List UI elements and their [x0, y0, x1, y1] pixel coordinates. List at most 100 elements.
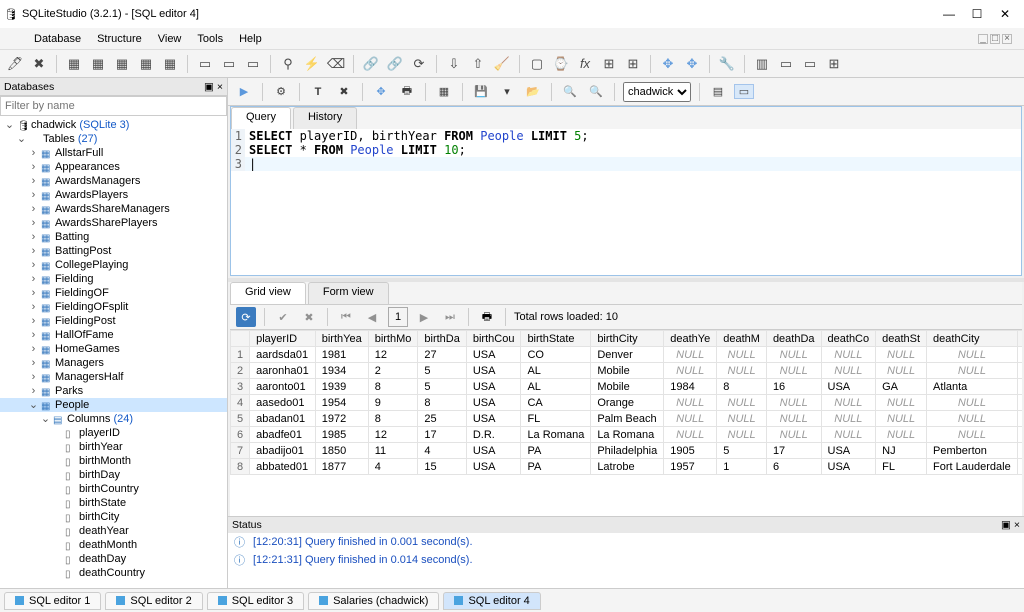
tree-row[interactable]: ›Parks: [0, 384, 227, 398]
view-edit-icon[interactable]: ▭: [220, 55, 238, 73]
tree-row[interactable]: ⌄People: [0, 398, 227, 412]
explain-icon[interactable]: ⚙: [271, 85, 291, 98]
code-editor[interactable]: 1SELECT playerID, birthYear FROM People …: [231, 129, 1021, 275]
tab-grid-view[interactable]: Grid view: [230, 282, 306, 304]
first-page-icon[interactable]: ⏮: [336, 307, 356, 327]
dock-close-icon[interactable]: ×: [217, 81, 223, 93]
unlink-icon[interactable]: 🔗: [386, 55, 404, 73]
menu-help[interactable]: Help: [239, 33, 262, 45]
save-icon[interactable]: 💾: [471, 85, 491, 98]
table-add-icon[interactable]: ▦: [65, 55, 83, 73]
tree-row[interactable]: ›AllstarFull: [0, 146, 227, 160]
column-header[interactable]: birthDa: [418, 331, 466, 347]
disconnect-icon[interactable]: ✖: [30, 55, 48, 73]
tree-row[interactable]: ⌄chadwick (SQLite 3): [0, 118, 227, 132]
column-header[interactable]: deathSt: [876, 331, 927, 347]
bottom-tab[interactable]: SQL editor 4: [443, 592, 540, 610]
status-float-icon[interactable]: ▣: [1001, 519, 1011, 531]
tree-row[interactable]: ›Appearances: [0, 160, 227, 174]
column-header[interactable]: deathYe: [664, 331, 717, 347]
save-sql-icon[interactable]: ▦: [434, 85, 454, 98]
tree-row[interactable]: ›AwardsPlayers: [0, 188, 227, 202]
export-icon[interactable]: ⇧: [469, 55, 487, 73]
column-header[interactable]: deathCo: [821, 331, 876, 347]
tree-row[interactable]: ›HomeGames: [0, 342, 227, 356]
find-icon[interactable]: 🔍: [560, 85, 580, 98]
rollback-icon[interactable]: ✖: [299, 307, 319, 327]
close-button[interactable]: ✕: [998, 7, 1012, 21]
tab-history[interactable]: History: [293, 107, 357, 129]
status-close-icon[interactable]: ×: [1014, 519, 1020, 531]
column-header[interactable]: [231, 331, 250, 347]
view-del-icon[interactable]: ▭: [244, 55, 262, 73]
table-row[interactable]: 6abadfe0119851217D.R.La RomanaLa RomanaN…: [231, 427, 1023, 443]
eraser-icon[interactable]: ⌫: [327, 55, 345, 73]
settings-icon[interactable]: 🔧: [718, 55, 736, 73]
layout-2-icon[interactable]: ▭: [777, 55, 795, 73]
tree-row[interactable]: ›Fielding: [0, 272, 227, 286]
column-header[interactable]: birthState: [521, 331, 591, 347]
tree-row[interactable]: ›Batting: [0, 230, 227, 244]
index-icon[interactable]: ⚲: [279, 55, 297, 73]
tree-row[interactable]: deathYear: [0, 524, 227, 538]
tree-row[interactable]: ›HallOfFame: [0, 328, 227, 342]
find-replace-icon[interactable]: 🔍: [586, 85, 606, 98]
column-header[interactable]: deathCity: [927, 331, 1018, 347]
tree-row[interactable]: ›AwardsSharePlayers: [0, 216, 227, 230]
clear-icon[interactable]: ✖: [334, 85, 354, 98]
run-query-icon[interactable]: ▶: [234, 85, 254, 98]
column-header[interactable]: birthYea: [315, 331, 368, 347]
commit-icon[interactable]: ✔: [273, 307, 293, 327]
column-header[interactable]: deathDa: [766, 331, 821, 347]
column-header[interactable]: playerID: [250, 331, 316, 347]
link-icon[interactable]: 🔗: [362, 55, 380, 73]
next-page-icon[interactable]: ▶: [414, 307, 434, 327]
database-select[interactable]: chadwick: [623, 82, 691, 102]
layout-split-v-icon[interactable]: ▤: [708, 85, 728, 98]
expand-all-icon[interactable]: ✥: [371, 85, 391, 98]
menu-structure[interactable]: Structure: [97, 33, 142, 45]
table-row[interactable]: 2aaronha01193425USAALMobileNULLNULLNULLN…: [231, 363, 1023, 379]
open-icon[interactable]: 📂: [523, 85, 543, 98]
print-icon[interactable]: 🖶: [397, 82, 417, 101]
table-copy-icon[interactable]: ▦: [137, 55, 155, 73]
maximize-button[interactable]: ☐: [970, 7, 984, 21]
dock-float-icon[interactable]: ▣: [204, 81, 214, 93]
table-row[interactable]: 5abadan011972825USAFLPalm BeachNULLNULLN…: [231, 411, 1023, 427]
column-header[interactable]: deathM: [717, 331, 767, 347]
column-header[interactable]: name: [1017, 331, 1022, 347]
bottom-tab[interactable]: SQL editor 3: [207, 592, 304, 610]
tree-row[interactable]: ›BattingPost: [0, 244, 227, 258]
table-del-icon[interactable]: ▦: [113, 55, 131, 73]
tab-form-view[interactable]: Form view: [308, 282, 389, 304]
tree-row[interactable]: ›CollegePlaying: [0, 258, 227, 272]
mdi-window-controls[interactable]: _□×: [978, 34, 1016, 44]
tree-row[interactable]: birthCity: [0, 510, 227, 524]
save-dropdown-icon[interactable]: ▾: [497, 85, 517, 98]
fx-icon[interactable]: fx: [576, 55, 594, 73]
table-row[interactable]: 8abbated011877415USAPALatrobe195716USAFL…: [231, 459, 1023, 475]
bottom-tab[interactable]: SQL editor 1: [4, 592, 101, 610]
column-header[interactable]: birthCity: [591, 331, 664, 347]
table-refresh-icon[interactable]: ▦: [161, 55, 179, 73]
format-bold-icon[interactable]: T: [308, 86, 328, 98]
tree-row[interactable]: ⌄Tables (27): [0, 132, 227, 146]
results-grid[interactable]: playerIDbirthYeabirthMobirthDabirthCoubi…: [230, 330, 1022, 516]
refresh-results-icon[interactable]: ⟳: [236, 307, 256, 327]
vacuum-icon[interactable]: 🧹: [493, 55, 511, 73]
table-row[interactable]: 7abadijo011850114USAPAPhiladelphia190551…: [231, 443, 1023, 459]
table-row[interactable]: 1aardsda0119811227USACODenverNULLNULLNUL…: [231, 347, 1023, 363]
tree-row[interactable]: birthCountry: [0, 482, 227, 496]
tree-row[interactable]: deathCountry: [0, 566, 227, 580]
layout-single-icon[interactable]: ▭: [734, 84, 754, 99]
menu-tools[interactable]: Tools: [197, 33, 223, 45]
table-row[interactable]: 3aaronto01193985USAALMobile1984816USAGAA…: [231, 379, 1023, 395]
menu-database[interactable]: Database: [34, 33, 81, 45]
tree-row[interactable]: birthState: [0, 496, 227, 510]
database-tree[interactable]: ⌄chadwick (SQLite 3)⌄Tables (27)›Allstar…: [0, 116, 227, 588]
table-row[interactable]: 4aasedo01195498USACAOrangeNULLNULLNULLNU…: [231, 395, 1023, 411]
tree-row[interactable]: ⌄Columns (24): [0, 412, 227, 426]
filter-input[interactable]: [0, 96, 227, 116]
tree-row[interactable]: deathMonth: [0, 538, 227, 552]
view-add-icon[interactable]: ▭: [196, 55, 214, 73]
